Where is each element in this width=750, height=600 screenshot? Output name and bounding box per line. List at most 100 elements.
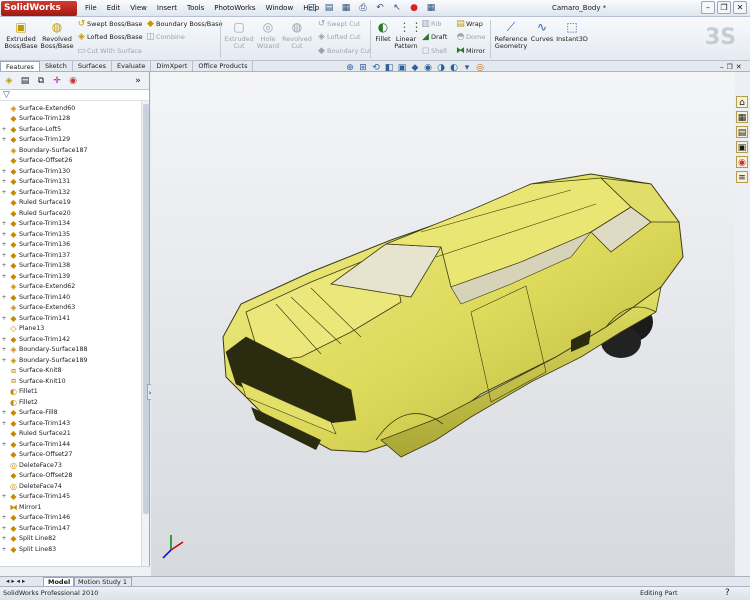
tree-item-surface-knit10[interactable]: ⧈ Surface-Knit10 bbox=[0, 376, 141, 387]
fillet-button[interactable]: ◐ Fillet bbox=[373, 20, 393, 43]
tree-item-plane13[interactable]: ◇ Plane13 bbox=[0, 324, 141, 335]
tree-item-surface-trim130[interactable]: + ◆ Surface-Trim130 bbox=[0, 166, 141, 177]
expand-toggle[interactable]: + bbox=[0, 493, 8, 500]
lofted-cut-button[interactable]: ◈ Lofted Cut bbox=[316, 32, 361, 43]
new-doc-icon[interactable]: □ bbox=[305, 2, 319, 15]
combine-button[interactable]: ◫Combine bbox=[145, 32, 185, 43]
cut-with-surface-button[interactable]: ▭Cut With Surface bbox=[76, 46, 142, 57]
shell-button[interactable]: ◻ Shell bbox=[420, 46, 447, 57]
car-body-model[interactable] bbox=[151, 72, 735, 576]
expand-toggle[interactable]: + bbox=[0, 262, 8, 269]
expand-toggle[interactable]: + bbox=[0, 420, 8, 427]
tab-nav-arrows[interactable]: ◂ ▸ ◂ ▸ bbox=[2, 577, 29, 586]
wrap-button[interactable]: ▤Wrap bbox=[455, 19, 483, 30]
expand-toggle[interactable]: + bbox=[0, 168, 8, 175]
expand-toggle[interactable]: + bbox=[0, 231, 8, 238]
swept-cut-button[interactable]: ↺ Swept Cut bbox=[316, 19, 361, 30]
tree-item-mirror1[interactable]: ⧓ Mirror1 bbox=[0, 502, 141, 513]
tree-item-surface-trim136[interactable]: + ◆ Surface-Trim136 bbox=[0, 240, 141, 251]
tree-item-fillet1[interactable]: ◐ Fillet1 bbox=[0, 387, 141, 398]
file-explorer-icon[interactable]: ▤ bbox=[736, 126, 748, 138]
tree-item-surface-offset28[interactable]: ◆ Surface-Offset28 bbox=[0, 471, 141, 482]
revolved-cut-button[interactable]: ◍ Revolved Cut bbox=[282, 20, 312, 50]
appearances-icon[interactable]: ◉ bbox=[736, 156, 748, 168]
expand-toggle[interactable]: + bbox=[0, 336, 8, 343]
expand-toggle[interactable]: + bbox=[0, 357, 8, 364]
configuration-manager-tab-icon[interactable]: ⧉ bbox=[34, 74, 48, 88]
help-icon[interactable]: ? bbox=[725, 587, 730, 600]
tree-item-surface-fill8[interactable]: + ◆ Surface-Fill8 bbox=[0, 408, 141, 419]
design-library-icon[interactable]: ▦ bbox=[736, 111, 748, 123]
undo-icon[interactable]: ↶ bbox=[373, 2, 387, 15]
tree-item-surface-trim141[interactable]: + ◆ Surface-Trim141 bbox=[0, 313, 141, 324]
expand-toggle[interactable]: + bbox=[0, 409, 8, 416]
minimize-icon[interactable]: – bbox=[701, 1, 715, 14]
tree-item-surface-trim132[interactable]: + ◆ Surface-Trim132 bbox=[0, 187, 141, 198]
rib-button[interactable]: ▥Rib bbox=[420, 19, 441, 30]
viewport-window-controls[interactable]: –❐✕ bbox=[720, 63, 745, 71]
custom-properties-icon[interactable]: ≡ bbox=[736, 171, 748, 183]
tab-sketch[interactable]: Sketch bbox=[40, 61, 73, 71]
expand-toggle[interactable]: + bbox=[0, 514, 8, 521]
lofted-boss-button[interactable]: ◈ Lofted Boss/Base bbox=[76, 32, 143, 43]
restore-icon[interactable]: ❐ bbox=[717, 1, 731, 14]
horizontal-scrollbar[interactable] bbox=[0, 566, 150, 576]
options-icon[interactable]: ▦ bbox=[424, 2, 438, 15]
display-manager-tab-icon[interactable]: ◉ bbox=[66, 74, 80, 88]
boundary-boss-button[interactable]: ◆ Boundary Boss/Base bbox=[145, 19, 223, 30]
dome-button[interactable]: ◓ Dome bbox=[455, 32, 486, 43]
save-icon[interactable]: ▦ bbox=[339, 2, 353, 15]
tree-item-surface-extend62[interactable]: ◈ Surface-Extend62 bbox=[0, 282, 141, 293]
tree-item-ruled-surface20[interactable]: ◆ Ruled Surface20 bbox=[0, 208, 141, 219]
tree-item-surface-trim129[interactable]: + ◆ Surface-Trim129 bbox=[0, 135, 141, 146]
tree-item-surface-trim128[interactable]: ◆ Surface-Trim128 bbox=[0, 114, 141, 125]
menu-tools[interactable]: Tools bbox=[182, 0, 209, 17]
swept-boss-button[interactable]: ↺ Swept Boss/Base bbox=[76, 19, 143, 30]
filter-icon[interactable]: ▽ bbox=[0, 90, 149, 101]
expand-toggle[interactable]: + bbox=[0, 178, 8, 185]
mirror-button[interactable]: ⧓Mirror bbox=[455, 46, 485, 57]
feature-manager-tab-icon[interactable]: ◈ bbox=[2, 74, 16, 88]
reference-geometry-button[interactable]: ⟋ Reference Geometry bbox=[493, 20, 529, 50]
instant3d-button[interactable]: ⬚ Instant3D bbox=[556, 20, 588, 43]
tree-item-surface-extend60[interactable]: ◈ Surface-Extend60 bbox=[0, 103, 141, 114]
tree-item-surface-trim135[interactable]: + ◆ Surface-Trim135 bbox=[0, 229, 141, 240]
tree-item-surface-offset27[interactable]: ◆ Surface-Offset27 bbox=[0, 450, 141, 461]
extruded-boss-button[interactable]: ▣ Extruded Boss/Base bbox=[4, 20, 38, 50]
solidworks-logo[interactable]: SolidWorks bbox=[1, 1, 77, 16]
expand-toggle[interactable]: + bbox=[0, 315, 8, 322]
linear-pattern-button[interactable]: ⋮⋮ Linear Pattern bbox=[394, 20, 422, 50]
menu-edit[interactable]: Edit bbox=[102, 0, 126, 17]
expand-toggle[interactable]: + bbox=[0, 346, 8, 353]
view-palette-icon[interactable]: ▣ bbox=[736, 141, 748, 153]
tab-evaluate[interactable]: Evaluate bbox=[112, 61, 152, 71]
tree-item-boundary-surface188[interactable]: + ◈ Boundary-Surface188 bbox=[0, 345, 141, 356]
tree-item-surface-trim139[interactable]: + ◆ Surface-Trim139 bbox=[0, 271, 141, 282]
tree-item-boundary-surface187[interactable]: ◈ Boundary-Surface187 bbox=[0, 145, 141, 156]
tree-item-split-line83[interactable]: + ◆ Split Line83 bbox=[0, 544, 141, 555]
expand-toggle[interactable]: + bbox=[0, 525, 8, 532]
menu-insert[interactable]: Insert bbox=[152, 0, 182, 17]
graphics-area[interactable] bbox=[151, 72, 735, 576]
menu-photoworks[interactable]: PhotoWorks bbox=[209, 0, 260, 17]
tree-item-surface-trim145[interactable]: + ◆ Surface-Trim145 bbox=[0, 492, 141, 503]
tree-item-surface-trim138[interactable]: + ◆ Surface-Trim138 bbox=[0, 261, 141, 272]
print-icon[interactable]: ⎙ bbox=[356, 2, 370, 15]
dimxpert-manager-tab-icon[interactable]: ✛ bbox=[50, 74, 64, 88]
tree-item-ruled-surface19[interactable]: ◆ Ruled Surface19 bbox=[0, 198, 141, 209]
expand-toggle[interactable]: + bbox=[0, 441, 8, 448]
extruded-cut-button[interactable]: ▢ Extruded Cut bbox=[223, 20, 255, 50]
menu-window[interactable]: Window bbox=[261, 0, 299, 17]
expand-toggle[interactable]: + bbox=[0, 273, 8, 280]
expand-toggle[interactable]: + bbox=[0, 126, 8, 133]
expand-toggle[interactable]: + bbox=[0, 252, 8, 259]
boundary-cut-button[interactable]: ◆ Boundary Cut bbox=[316, 46, 372, 57]
tree-item-surface-trim146[interactable]: + ◆ Surface-Trim146 bbox=[0, 513, 141, 524]
revolved-boss-button[interactable]: ◍ Revolved Boss/Base bbox=[40, 20, 74, 50]
expand-toggle[interactable]: + bbox=[0, 241, 8, 248]
tree-item-ruled-surface21[interactable]: ◆ Ruled Surface21 bbox=[0, 429, 141, 440]
tree-item-deleteface73[interactable]: ◎ DeleteFace73 bbox=[0, 460, 141, 471]
tree-item-surface-offset26[interactable]: ◆ Surface-Offset26 bbox=[0, 156, 141, 167]
tree-item-surface-trim147[interactable]: + ◆ Surface-Trim147 bbox=[0, 523, 141, 534]
rebuild-icon[interactable]: ● bbox=[407, 2, 421, 15]
